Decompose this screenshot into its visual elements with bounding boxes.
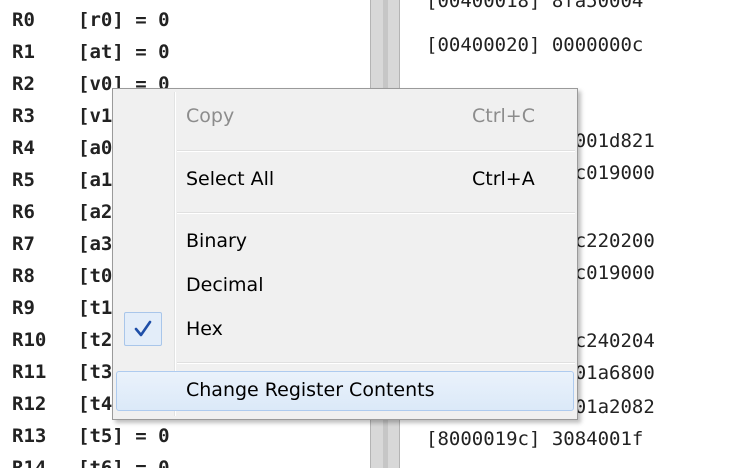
- register-name: R6: [12, 201, 35, 223]
- register-name: R7: [12, 233, 35, 255]
- register-name: R3: [12, 105, 35, 127]
- menu-item-shortcut: Ctrl+C: [472, 105, 535, 127]
- register-name: R12: [12, 393, 47, 415]
- register-value: [a2: [78, 201, 113, 223]
- menu-separator: [177, 150, 575, 152]
- menu-item-label: Copy: [186, 105, 235, 127]
- register-name: R2: [12, 73, 35, 95]
- register-name: R0: [12, 9, 35, 31]
- register-row[interactable]: R10 [t2: [12, 325, 112, 355]
- menu-item-change-register-contents[interactable]: Change Register Contents: [116, 371, 574, 411]
- context-menu: Copy Ctrl+C Select All Ctrl+A Binary Dec…: [112, 88, 578, 420]
- register-name: R14: [12, 457, 47, 468]
- menu-item-label: Change Register Contents: [186, 379, 435, 401]
- checkmark-icon: [124, 312, 162, 346]
- register-row[interactable]: R5 [a1: [12, 165, 112, 195]
- register-value: [t5] = 0: [78, 425, 170, 447]
- register-row[interactable]: R9 [t1: [12, 293, 112, 323]
- register-value: [t0: [78, 265, 113, 287]
- register-row[interactable]: R12 [t4: [12, 389, 112, 419]
- register-value: [t1: [78, 297, 113, 319]
- memory-row[interactable]: [00400018] 8fa50004: [426, 0, 643, 16]
- register-row[interactable]: R0 [r0] = 0: [12, 5, 170, 35]
- register-value: [t3: [78, 361, 113, 383]
- menu-item-shortcut: Ctrl+A: [472, 168, 535, 190]
- register-value: [a3: [78, 233, 113, 255]
- register-row[interactable]: R13 [t5] = 0: [12, 421, 170, 451]
- memory-row[interactable]: [00400020] 0000000c: [426, 30, 643, 60]
- register-value: [t6] = 0: [78, 457, 170, 468]
- register-name: R5: [12, 169, 35, 191]
- menu-item-select-all[interactable]: Select All Ctrl+A: [116, 160, 574, 200]
- register-value: [t4: [78, 393, 113, 415]
- menu-separator: [177, 362, 575, 364]
- register-row[interactable]: R7 [a3: [12, 229, 112, 259]
- register-value: [a1: [78, 169, 113, 191]
- register-name: R8: [12, 265, 35, 287]
- register-row[interactable]: R3 [v1: [12, 101, 112, 131]
- register-value: [a0: [78, 137, 113, 159]
- register-value: [t2: [78, 329, 113, 351]
- register-value: [v1: [78, 105, 113, 127]
- register-value: [r0] = 0: [78, 9, 170, 31]
- menu-item-binary[interactable]: Binary: [116, 222, 574, 262]
- register-row[interactable]: R8 [t0: [12, 261, 112, 291]
- menu-item-hex[interactable]: Hex: [116, 310, 574, 350]
- register-row[interactable]: R1 [at] = 0: [12, 37, 170, 67]
- menu-item-label: Decimal: [186, 274, 264, 296]
- memory-row[interactable]: [8000019c] 3084001f: [426, 424, 643, 454]
- register-row[interactable]: R4 [a0: [12, 133, 112, 163]
- menu-item-copy[interactable]: Copy Ctrl+C: [116, 97, 574, 137]
- register-value: [at] = 0: [78, 41, 170, 63]
- register-name: R4: [12, 137, 35, 159]
- menu-item-label: Binary: [186, 230, 248, 252]
- register-name: R11: [12, 361, 47, 383]
- menu-item-label: Hex: [186, 318, 223, 340]
- menu-item-decimal[interactable]: Decimal: [116, 266, 574, 306]
- register-name: R13: [12, 425, 47, 447]
- menu-separator: [177, 212, 575, 214]
- checkmark-glyph: [134, 320, 152, 337]
- register-name: R1: [12, 41, 35, 63]
- register-name: R10: [12, 329, 47, 351]
- register-name: R9: [12, 297, 35, 319]
- register-row[interactable]: R11 [t3: [12, 357, 112, 387]
- menu-item-label: Select All: [186, 168, 275, 190]
- register-row[interactable]: R6 [a2: [12, 197, 112, 227]
- register-row[interactable]: R14 [t6] = 0: [12, 453, 170, 468]
